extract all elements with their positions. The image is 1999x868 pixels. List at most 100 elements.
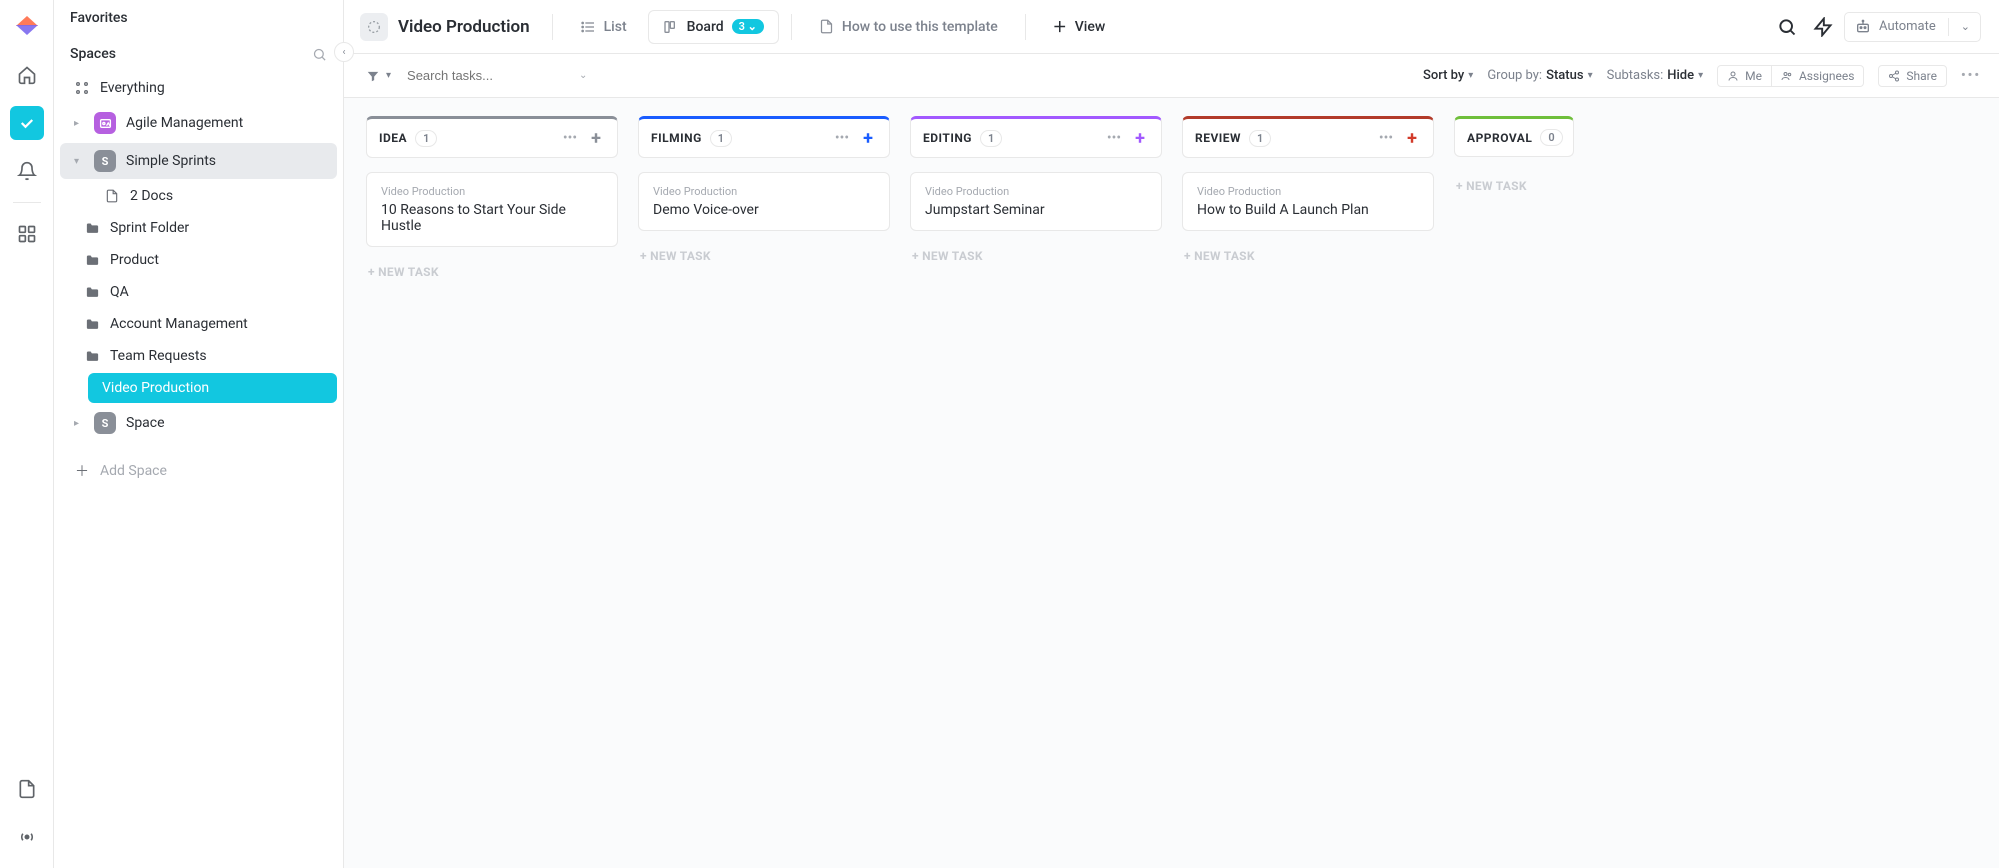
- favorites-header[interactable]: Favorites: [54, 0, 343, 36]
- collapse-sidebar-button[interactable]: ‹: [334, 42, 354, 62]
- folder-icon: [84, 285, 100, 300]
- sidebar-item-label: Space: [126, 415, 165, 431]
- docs-icon[interactable]: [10, 772, 44, 806]
- chevron-down-icon[interactable]: ⌄: [579, 70, 587, 81]
- column-add-icon[interactable]: +: [1131, 129, 1149, 147]
- everything-icon: [74, 80, 90, 96]
- favorites-label: Favorites: [70, 10, 128, 26]
- sidebar-folder[interactable]: Product: [60, 245, 337, 275]
- apps-icon[interactable]: [10, 217, 44, 251]
- space-badge: [94, 112, 116, 134]
- bolt-icon[interactable]: [1808, 12, 1838, 42]
- column-status: REVIEW: [1195, 131, 1241, 145]
- search-button[interactable]: [1772, 12, 1802, 42]
- task-card[interactable]: Video ProductionDemo Voice-over: [638, 172, 890, 231]
- chevron-down-icon: ▾: [74, 156, 84, 167]
- divider: [791, 14, 792, 40]
- sidebar-item-everything[interactable]: Everything: [60, 73, 337, 103]
- sidebar-docs[interactable]: 2 Docs: [60, 181, 337, 211]
- chevron-down-icon: ▾: [1588, 70, 1593, 81]
- plus-icon: ＋: [1053, 17, 1067, 37]
- search-icon[interactable]: [312, 47, 327, 62]
- sidebar-folder[interactable]: Sprint Folder: [60, 213, 337, 243]
- share-button[interactable]: Share: [1878, 65, 1947, 87]
- me-chip[interactable]: Me: [1717, 65, 1772, 87]
- broadcast-icon[interactable]: [10, 820, 44, 854]
- sort-by-button[interactable]: Sort by ▾: [1423, 68, 1473, 83]
- chevron-right-icon: ▸: [74, 118, 84, 129]
- column-more-icon[interactable]: •••: [833, 129, 851, 147]
- folder-icon: [84, 253, 100, 268]
- group-by-button[interactable]: Group by: Status ▾: [1487, 68, 1592, 83]
- topbar: Video Production List Board 3 ⌄ How to u…: [344, 0, 1999, 54]
- column-header[interactable]: IDEA1•••+: [366, 116, 618, 158]
- tasks-icon[interactable]: [10, 106, 44, 140]
- tab-howto[interactable]: How to use this template: [804, 10, 1013, 44]
- task-card[interactable]: Video Production 10 Reasons to Start Your…: [366, 172, 618, 247]
- column-header[interactable]: FILMING1•••+: [638, 116, 890, 158]
- sidebar-item-label: Simple Sprints: [126, 153, 216, 169]
- column-more-icon[interactable]: •••: [1105, 129, 1123, 147]
- column-add-icon[interactable]: +: [1403, 129, 1421, 147]
- sidebar-space-sprints[interactable]: ▾ S Simple Sprints: [60, 143, 337, 179]
- column-count: 1: [415, 130, 437, 147]
- new-task-button[interactable]: + NEW TASK: [1182, 241, 1434, 271]
- automate-button[interactable]: Automate ⌄: [1844, 12, 1981, 42]
- column-count: 0: [1540, 129, 1562, 146]
- spaces-header[interactable]: Spaces: [54, 36, 343, 72]
- task-crumb: Video Production: [381, 185, 603, 198]
- sidebar-item-label: Sprint Folder: [110, 220, 189, 236]
- chevron-down-icon: ▾: [386, 70, 391, 81]
- tab-label: How to use this template: [842, 19, 998, 35]
- assignee-filter: Me Assignees: [1717, 65, 1864, 87]
- column-more-icon[interactable]: •••: [1377, 129, 1395, 147]
- new-task-button[interactable]: + NEW TASK: [910, 241, 1162, 271]
- column-header[interactable]: APPROVAL0: [1454, 116, 1574, 157]
- column-count: 1: [710, 130, 732, 147]
- task-card[interactable]: Video ProductionHow to Build A Launch Pl…: [1182, 172, 1434, 231]
- tab-board[interactable]: Board 3 ⌄: [648, 10, 779, 44]
- board-column: REVIEW1•••+Video ProductionHow to Build …: [1182, 116, 1434, 271]
- app-logo[interactable]: [10, 10, 44, 44]
- new-task-button[interactable]: + NEW TASK: [638, 241, 890, 271]
- column-header[interactable]: REVIEW1•••+: [1182, 116, 1434, 158]
- sidebar-folder[interactable]: Account Management: [60, 309, 337, 339]
- tab-list[interactable]: List: [565, 10, 642, 44]
- assignees-chip[interactable]: Assignees: [1772, 65, 1864, 87]
- search-input[interactable]: [405, 67, 565, 84]
- home-icon[interactable]: [10, 58, 44, 92]
- new-task-button[interactable]: + NEW TASK: [366, 257, 618, 287]
- sidebar-item-label: Team Requests: [110, 348, 207, 364]
- folder-icon: [84, 221, 100, 236]
- column-more-icon[interactable]: •••: [561, 129, 579, 147]
- breadcrumb[interactable]: Video Production: [356, 7, 540, 47]
- sidebar-space-generic[interactable]: ▸ S Space: [60, 405, 337, 441]
- sidebar-space-agile[interactable]: ▸ Agile Management: [60, 105, 337, 141]
- more-button[interactable]: •••: [1961, 68, 1981, 83]
- task-title: 10 Reasons to Start Your Side Hustle: [381, 202, 603, 234]
- column-add-icon[interactable]: +: [587, 129, 605, 147]
- add-view-button[interactable]: ＋ View: [1038, 8, 1121, 46]
- divider: [1948, 18, 1949, 36]
- sidebar-folder[interactable]: Team Requests: [60, 341, 337, 371]
- sidebar-folder-active[interactable]: Video Production: [88, 373, 337, 403]
- column-add-icon[interactable]: +: [859, 129, 877, 147]
- chevron-down-icon[interactable]: ⌄: [1961, 20, 1970, 33]
- page-title: Video Production: [398, 17, 530, 37]
- sidebar-item-label: Agile Management: [126, 115, 243, 131]
- column-header[interactable]: EDITING1•••+: [910, 116, 1162, 158]
- subtasks-button[interactable]: Subtasks: Hide ▾: [1607, 68, 1704, 83]
- sidebar-folder[interactable]: QA: [60, 277, 337, 307]
- space-badge: S: [94, 150, 116, 172]
- notifications-icon[interactable]: [10, 154, 44, 188]
- new-task-button[interactable]: + NEW TASK: [1454, 171, 1574, 201]
- divider: [1025, 14, 1026, 40]
- column-status: EDITING: [923, 131, 972, 145]
- filter-button[interactable]: ▾: [366, 69, 391, 83]
- add-space-button[interactable]: ＋ Add Space: [60, 454, 337, 488]
- board-column: IDEA1•••+Video Production10 Reasons to S…: [366, 116, 618, 287]
- task-card[interactable]: Video ProductionJumpstart Seminar: [910, 172, 1162, 231]
- tab-label: List: [604, 19, 627, 35]
- tab-label: Board: [687, 19, 724, 35]
- task-title: Demo Voice-over: [653, 202, 875, 218]
